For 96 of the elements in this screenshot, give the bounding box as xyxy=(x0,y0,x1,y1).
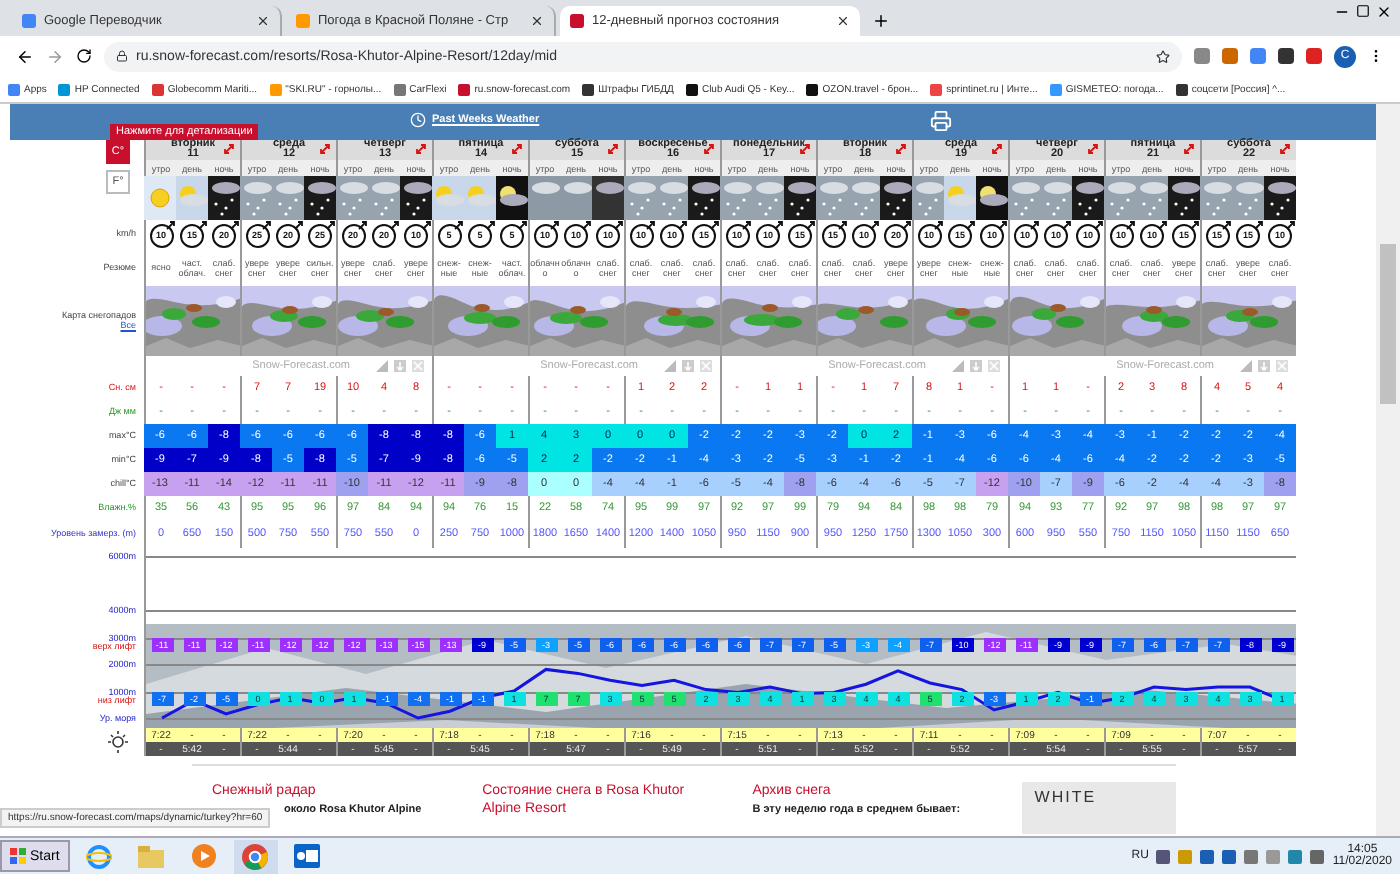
arrow-icon xyxy=(966,220,976,230)
sun-cloud-icon xyxy=(432,176,464,220)
arrow-icon xyxy=(1222,220,1232,230)
site-icon xyxy=(458,83,471,95)
arrow-icon xyxy=(1094,220,1104,230)
close-icon[interactable] xyxy=(1376,4,1392,20)
corner-icon[interactable] xyxy=(376,360,388,372)
arrow-icon xyxy=(454,220,464,230)
arrow-icon xyxy=(1062,220,1072,230)
expand-icon[interactable] xyxy=(608,144,618,154)
arrow-icon xyxy=(806,220,816,230)
arrow-icon xyxy=(326,220,336,230)
arrow-icon xyxy=(358,220,368,230)
sun-cloud-icon xyxy=(464,176,496,220)
arrow-icon xyxy=(1030,220,1040,230)
expand-icon[interactable] xyxy=(224,144,234,154)
arrow-icon xyxy=(710,220,720,230)
site-icon xyxy=(930,83,943,95)
clock-icon xyxy=(410,112,426,128)
maximize-icon[interactable] xyxy=(1356,4,1370,18)
arrow-icon xyxy=(646,220,656,230)
sun-icon xyxy=(108,730,128,754)
corner-icon[interactable] xyxy=(1240,360,1252,372)
cloud-icon xyxy=(560,176,592,220)
expand-icon[interactable] xyxy=(992,144,1002,154)
expand-icon[interactable] xyxy=(320,144,330,154)
site-icon xyxy=(8,83,20,95)
arrow-icon xyxy=(390,220,400,230)
moon-cloud-icon xyxy=(496,176,528,220)
expand-icon[interactable] xyxy=(416,144,426,154)
sun-icon xyxy=(144,176,176,220)
arrow-icon xyxy=(838,220,848,230)
forward-icon[interactable] xyxy=(46,47,64,65)
cloud-icon xyxy=(592,176,624,220)
arrow-icon xyxy=(678,220,688,230)
advert-banner[interactable]: WHITE xyxy=(1022,782,1177,834)
expand-icon[interactable] xyxy=(512,144,522,154)
back-icon[interactable] xyxy=(16,47,34,65)
media-player-icon[interactable] xyxy=(191,844,216,868)
arrow-icon xyxy=(198,220,208,230)
arrow-icon xyxy=(294,220,304,230)
site-icon xyxy=(685,83,698,95)
arrow-icon xyxy=(230,220,240,230)
expand-icon[interactable] xyxy=(1184,144,1194,154)
lock-icon xyxy=(116,50,128,62)
site-icon xyxy=(570,14,584,28)
arrow-icon xyxy=(550,220,560,230)
arrow-icon xyxy=(582,220,592,230)
chrome-icon[interactable] xyxy=(242,843,269,869)
print-icon[interactable] xyxy=(930,110,952,132)
close-icon[interactable] xyxy=(256,14,270,28)
arrow-icon xyxy=(774,220,784,230)
arrow-icon xyxy=(1254,220,1264,230)
arrow-icon xyxy=(902,220,912,230)
site-icon xyxy=(1175,83,1188,95)
browser-icon[interactable] xyxy=(86,843,113,869)
arrow-icon xyxy=(1286,220,1296,230)
expand-icon[interactable] xyxy=(1088,144,1098,154)
arrow-icon xyxy=(422,220,432,230)
scrollbar-thumb[interactable] xyxy=(1380,244,1396,404)
arrow-icon xyxy=(1126,220,1136,230)
star-icon[interactable] xyxy=(1156,49,1170,63)
arrow-icon xyxy=(742,220,752,230)
arrow-icon xyxy=(614,220,624,230)
arrow-icon xyxy=(262,220,272,230)
sun-cloud-icon xyxy=(176,176,208,220)
arrow-icon xyxy=(166,220,176,230)
windows-logo xyxy=(10,848,26,864)
arrow-icon xyxy=(934,220,944,230)
site-icon xyxy=(58,83,71,95)
arrow-icon xyxy=(870,220,880,230)
close-icon[interactable] xyxy=(530,14,544,28)
site-icon xyxy=(269,83,282,95)
site-icon xyxy=(393,83,406,95)
arrow-icon xyxy=(1190,220,1200,230)
site-icon xyxy=(296,14,310,28)
corner-icon[interactable] xyxy=(664,360,676,372)
arrow-icon xyxy=(486,220,496,230)
expand-icon[interactable] xyxy=(704,144,714,154)
close-icon[interactable] xyxy=(836,14,850,28)
arrow-icon xyxy=(518,220,528,230)
arrow-icon xyxy=(1158,220,1168,230)
expand-icon[interactable] xyxy=(1280,144,1290,154)
expand-icon[interactable] xyxy=(896,144,906,154)
site-icon xyxy=(22,14,36,28)
mail-icon[interactable] xyxy=(294,844,321,868)
sun-cloud-icon xyxy=(944,176,976,220)
moon-cloud-icon xyxy=(976,176,1008,220)
site-icon xyxy=(1049,83,1062,95)
corner-icon[interactable] xyxy=(952,360,964,372)
arrow-icon xyxy=(998,220,1008,230)
new-tab-icon[interactable] xyxy=(872,12,890,30)
site-icon xyxy=(806,83,819,95)
site-icon xyxy=(151,83,164,95)
site-icon xyxy=(582,83,595,95)
reload-icon[interactable] xyxy=(76,48,92,64)
